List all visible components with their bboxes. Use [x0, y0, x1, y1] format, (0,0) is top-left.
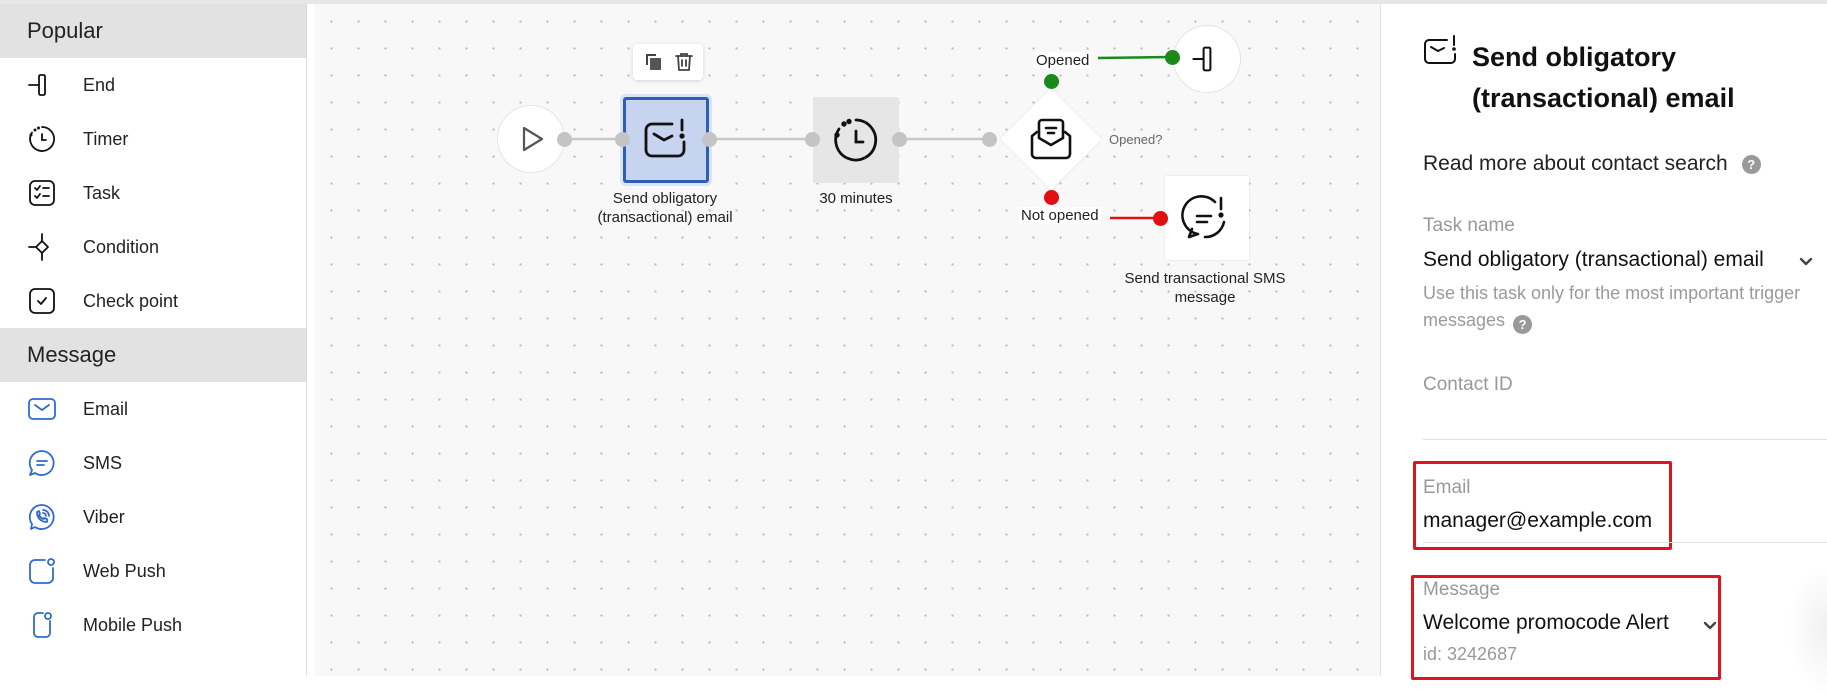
help-icon[interactable]: ?: [1513, 315, 1533, 334]
port[interactable]: [702, 132, 717, 147]
sidebar-item-email[interactable]: Email: [0, 382, 306, 436]
task-name-hint: Use this task only for the most importan…: [1423, 280, 1823, 334]
sidebar-item-label: Task: [83, 182, 121, 203]
opened-edge-label: Opened: [1034, 52, 1092, 69]
port[interactable]: [557, 132, 572, 147]
section-header-message: Message: [0, 328, 306, 382]
email-icon: [27, 394, 57, 424]
play-icon: [522, 126, 544, 152]
edge-opened-to-end: [1097, 55, 1174, 60]
web-push-icon: [27, 556, 57, 586]
port-yes[interactable]: [1044, 74, 1059, 89]
sidebar-item-viber[interactable]: Viber: [0, 490, 306, 544]
contact-id-label: Contact ID: [1423, 374, 1513, 395]
node-palette-sidebar: Popular End Timer Task Condition Check p…: [0, 4, 307, 676]
scroll-shadow: [1787, 564, 1827, 694]
end-icon: [1192, 46, 1212, 72]
help-icon[interactable]: ?: [1741, 154, 1761, 174]
sms-alert-icon: [1181, 195, 1226, 239]
message-label: Message: [1423, 579, 1501, 600]
not-opened-edge-label: Not opened: [1019, 207, 1101, 224]
message-select[interactable]: Welcome promocode Alert: [1423, 611, 1669, 635]
section-header-popular: Popular: [0, 4, 306, 58]
end-icon: [27, 70, 57, 100]
send-sms-label: Send transactional SMS message: [1124, 270, 1286, 306]
read-more-link[interactable]: Read more about contact search ?: [1423, 152, 1761, 176]
send-email-node[interactable]: [623, 97, 709, 183]
delete-button[interactable]: [671, 49, 697, 75]
trash-icon: [674, 53, 693, 71]
sidebar-item-check-point[interactable]: Check point: [0, 274, 306, 328]
sidebar-item-label: Web Push: [83, 560, 166, 581]
mobile-push-icon: [27, 610, 57, 640]
flow-canvas[interactable]: Send obligatory (transactional) email 30…: [315, 4, 1380, 676]
task-icon: [27, 178, 57, 208]
email-field-highlight: [1413, 461, 1672, 550]
timer-icon: [27, 124, 57, 154]
condition-label: Opened?: [1109, 132, 1163, 147]
timer-icon: [834, 118, 878, 162]
port[interactable]: [1153, 211, 1168, 226]
chevron-down-icon[interactable]: [1703, 621, 1717, 631]
chevron-down-icon[interactable]: [1799, 257, 1813, 267]
port[interactable]: [1165, 50, 1180, 65]
sidebar-item-label: SMS: [83, 452, 123, 473]
sidebar-item-label: End: [83, 74, 116, 95]
sidebar-item-end[interactable]: End: [0, 58, 306, 112]
port[interactable]: [615, 132, 630, 147]
copy-button[interactable]: [640, 49, 666, 75]
start-node[interactable]: [497, 105, 565, 173]
email-underline: [1423, 542, 1827, 543]
port[interactable]: [892, 132, 907, 147]
task-name-select[interactable]: Send obligatory (transactional) email: [1423, 248, 1764, 272]
port[interactable]: [982, 132, 997, 147]
sidebar-item-web-push[interactable]: Web Push: [0, 544, 306, 598]
opened-envelope-icon: [1030, 118, 1072, 160]
task-settings-panel: Send obligatory (transactional) email Re…: [1380, 4, 1827, 694]
message-id: id: 3242687: [1423, 644, 1518, 664]
end-node[interactable]: [1173, 25, 1241, 93]
email-alert-icon: [1424, 35, 1456, 64]
send-email-label: Send obligatory (transactional) email: [597, 190, 733, 226]
checkpoint-icon: [27, 286, 57, 316]
timer-node[interactable]: [813, 97, 899, 183]
send-sms-node[interactable]: [1165, 176, 1249, 260]
sidebar-item-sms[interactable]: SMS: [0, 436, 306, 490]
sidebar-item-label: Viber: [83, 506, 125, 527]
port[interactable]: [805, 132, 820, 147]
sidebar-item-condition[interactable]: Condition: [0, 220, 306, 274]
condition-icon: [27, 232, 57, 262]
email-label: Email: [1423, 477, 1471, 498]
condition-node[interactable]: [1000, 88, 1102, 190]
sidebar-item-timer[interactable]: Timer: [0, 112, 306, 166]
contact-id-input[interactable]: [1423, 404, 1827, 434]
sidebar-item-task[interactable]: Task: [0, 166, 306, 220]
email-alert-icon: [644, 118, 686, 158]
sidebar-item-label: Condition: [83, 236, 160, 257]
sidebar-item-mobile-push[interactable]: Mobile Push: [0, 598, 306, 652]
contact-id-underline: [1423, 439, 1827, 440]
email-input[interactable]: manager@example.com: [1423, 509, 1652, 533]
port-no[interactable]: [1044, 190, 1059, 205]
sidebar-item-label: Timer: [83, 128, 129, 149]
viber-icon: [27, 502, 57, 532]
sidebar-item-label: Mobile Push: [83, 614, 183, 635]
node-toolbar: [633, 44, 703, 80]
hint-text: Use this task only for the most importan…: [1423, 283, 1801, 330]
panel-title: Send obligatory (transactional) email: [1472, 42, 1735, 113]
timer-label: 30 minutes: [819, 190, 893, 207]
task-name-label: Task name: [1423, 215, 1515, 236]
copy-icon: [645, 54, 661, 70]
read-more-text: Read more about contact search: [1423, 152, 1728, 175]
sidebar-item-label: Email: [83, 398, 129, 419]
sidebar-item-label: Check point: [83, 290, 179, 311]
sms-icon: [27, 448, 57, 478]
